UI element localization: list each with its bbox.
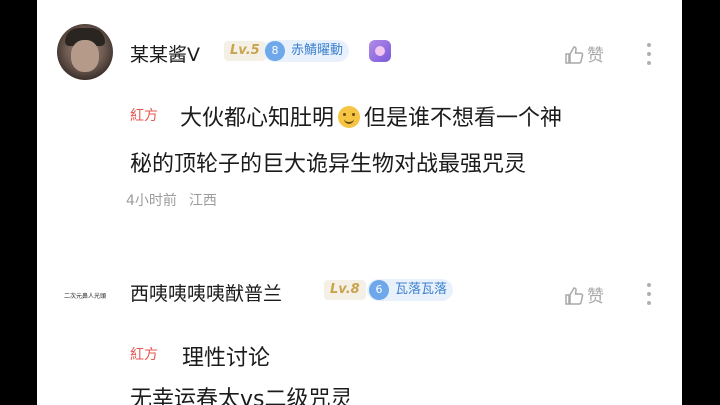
comment-location: 江西: [188, 193, 217, 209]
smile-emoji-icon: [338, 106, 361, 128]
side-tag: 紅方: [130, 347, 158, 363]
comment-meta: 4小时前 江西: [126, 190, 217, 210]
comment-text-line: 无幸运春太vs二级咒灵: [130, 387, 353, 405]
comment-text-line: 理性讨论: [182, 346, 271, 371]
comment-time: 4小时前: [126, 193, 177, 209]
comment-panel: 某某酱V Lv.5 8 赤鯖曜動 赞 紅方 大伙都心知肚明 但是谁不想看一个神 秘…: [37, 0, 682, 405]
decoration-icon: [369, 40, 391, 62]
like-button[interactable]: 赞: [564, 41, 604, 66]
level-badge: Lv.5: [224, 41, 266, 61]
fan-badge-name: 赤鯖曜動: [291, 43, 344, 58]
username[interactable]: 某某酱V: [130, 40, 200, 67]
level-badge: Lv.8: [324, 280, 366, 300]
comment-text-line: 秘的顶轮子的巨大诡异生物对战最强咒灵: [130, 152, 527, 177]
comment-text-line: 大伙都心知肚明 但是谁不想看一个神: [180, 106, 563, 131]
like-label: 赞: [587, 46, 604, 66]
user-avatar[interactable]: [57, 24, 113, 80]
thumbs-up-icon: [565, 287, 584, 305]
side-tag: 紅方: [130, 108, 158, 124]
like-button[interactable]: 赞: [564, 282, 604, 307]
fan-badge-name: 瓦落瓦落: [395, 282, 448, 297]
fan-badge-level: 8: [265, 41, 285, 61]
user-avatar[interactable]: 二次元鼻人光頭: [57, 290, 113, 304]
username[interactable]: 西咦咦咦咦猷普兰: [130, 279, 282, 306]
fan-badge-level: 6: [369, 280, 389, 300]
more-options-icon[interactable]: [647, 283, 651, 310]
fan-badge[interactable]: 6 瓦落瓦落: [367, 279, 454, 301]
more-options-icon[interactable]: [647, 43, 651, 70]
fan-badge[interactable]: 8 赤鯖曜動: [263, 40, 350, 62]
like-label: 赞: [587, 287, 604, 307]
thumbs-up-icon: [565, 46, 584, 64]
